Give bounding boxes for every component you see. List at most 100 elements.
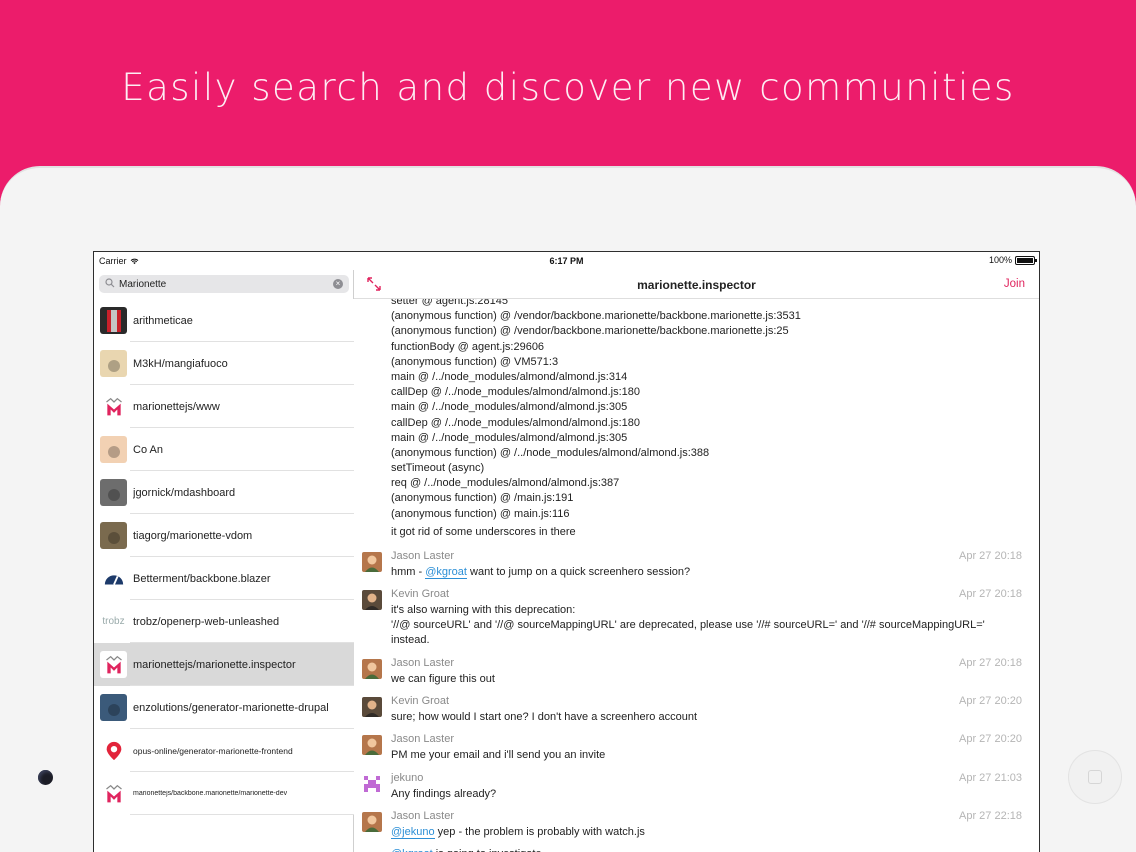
room-title: marionette.inspector — [637, 278, 756, 292]
join-button[interactable]: Join — [1004, 278, 1025, 290]
stack-line: (anonymous function) @ /vendor/backbone.… — [391, 310, 801, 323]
user-mention[interactable]: @jekuno — [391, 826, 435, 839]
search-bar[interactable]: × — [99, 275, 349, 293]
message-body: we can figure this out — [391, 673, 495, 685]
message-body: @jekuno yep - the problem is probably wi… — [391, 825, 1021, 840]
room-item[interactable]: marionettejs/marionette.inspector — [94, 643, 354, 686]
stack-line: (anonymous function) @ VM571:3 — [391, 355, 559, 368]
message-body: hmm - @kgroat want to jump on a quick sc… — [391, 565, 1021, 580]
room-item[interactable]: Co An — [94, 428, 354, 471]
chat-navbar: marionette.inspector Join — [354, 270, 1039, 299]
home-button[interactable] — [1068, 750, 1122, 804]
message-timestamp: Apr 27 21:03 — [959, 772, 1022, 784]
room-item[interactable]: marionettejs/www — [94, 385, 354, 428]
room-avatar — [100, 393, 127, 420]
room-name: Betterment/backbone.blazer — [133, 572, 271, 585]
message-timestamp: Apr 27 20:20 — [959, 695, 1022, 707]
room-item[interactable]: jgornick/mdashboard — [94, 471, 354, 514]
front-camera — [38, 770, 53, 785]
room-avatar — [100, 737, 127, 764]
user-mention[interactable]: @kgroat — [391, 848, 433, 852]
user-avatar[interactable] — [362, 590, 382, 610]
room-item[interactable]: Betterment/backbone.blazer — [94, 557, 354, 600]
message-body: it's also warning with this deprecation:… — [391, 603, 1021, 648]
search-icon — [105, 278, 115, 288]
user-avatar[interactable] — [362, 735, 382, 755]
stack-line: callDep @ /../node_modules/almond/almond… — [391, 386, 641, 399]
message-text-partial: @kgroat is going to investigate — [391, 848, 542, 852]
clock: 6:17 PM — [549, 256, 584, 266]
user-avatar[interactable] — [362, 552, 382, 572]
room-item[interactable]: trobz trobz/openerp-web-unleashed — [94, 600, 354, 643]
room-avatar — [100, 307, 127, 334]
user-avatar[interactable] — [362, 659, 382, 679]
message-timestamp: Apr 27 22:18 — [959, 810, 1022, 822]
message-list[interactable]: setter @ agent.js:28145 (anonymous functi… — [354, 299, 1039, 852]
message-text: is going to investigate — [433, 848, 542, 852]
message-body: Any findings already? — [391, 788, 497, 800]
message-author[interactable]: Kevin Groat — [391, 588, 449, 600]
stack-line: (anonymous function) @ /main.js:191 — [391, 492, 574, 505]
stack-line: setter @ agent.js:28145 — [391, 299, 508, 307]
stack-line: (anonymous function) @ main.js:116 — [391, 507, 570, 520]
message-timestamp: Apr 27 20:18 — [959, 588, 1022, 600]
battery-icon — [1015, 255, 1037, 265]
message-author[interactable]: Jason Laster — [391, 733, 454, 745]
message-line: it's also warning with this deprecation: — [391, 604, 576, 616]
room-item[interactable]: enzolutions/generator-marionette-drupal — [94, 686, 354, 729]
room-item[interactable]: marionettejs/backbone.marionette/marione… — [94, 772, 354, 815]
stack-line: callDep @ /../node_modules/almond/almond… — [391, 416, 641, 429]
room-avatar: trobz — [100, 608, 127, 635]
room-avatar — [100, 651, 127, 678]
room-avatar — [100, 479, 127, 506]
message-author[interactable]: jekuno — [391, 772, 423, 784]
message-author[interactable]: Jason Laster — [391, 810, 454, 822]
room-avatar — [100, 694, 127, 721]
room-item[interactable]: arithmeticae — [94, 299, 354, 342]
stack-line: setTimeout (async) — [391, 462, 485, 475]
room-name: jgornick/mdashboard — [133, 486, 236, 499]
tablet-screen: Carrier 6:17 PM 100% × arithmeticae M3kH/… — [93, 251, 1040, 852]
search-input[interactable] — [119, 276, 324, 292]
user-avatar[interactable] — [362, 697, 382, 717]
clear-search-icon[interactable]: × — [333, 279, 343, 289]
room-avatar — [100, 780, 127, 807]
message-author[interactable]: Jason Laster — [391, 550, 454, 562]
stack-line: main @ /../node_modules/almond/almond.js… — [391, 431, 628, 444]
stack-line: main @ /../node_modules/almond/almond.js… — [391, 370, 628, 383]
message-body: sure; how would I start one? I don't hav… — [391, 711, 698, 723]
chat-panel: marionette.inspector Join setter @ agent… — [354, 270, 1039, 852]
message-author[interactable]: Jason Laster — [391, 657, 454, 669]
room-avatar — [100, 350, 127, 377]
stack-line: (anonymous function) @ /../node_modules/… — [391, 446, 710, 459]
message-text: want to jump on a quick screenhero sessi… — [466, 566, 691, 578]
stack-line: req @ /../node_modules/almond/almond.js:… — [391, 477, 620, 490]
room-sidebar: × arithmeticae M3kH/mangiafuoco marionette… — [94, 270, 354, 852]
user-avatar[interactable] — [362, 812, 382, 832]
message-author[interactable]: Kevin Groat — [391, 695, 449, 707]
user-avatar[interactable] — [362, 774, 382, 794]
room-list: arithmeticae M3kH/mangiafuoco marionettejs… — [94, 299, 354, 815]
room-avatar — [100, 436, 127, 463]
stack-trace: setter @ agent.js:28145 (anonymous functi… — [391, 299, 801, 522]
room-name: enzolutions/generator-marionette-drupal — [133, 701, 329, 714]
room-name: M3kH/mangiafuoco — [133, 357, 228, 370]
room-name: trobz/openerp-web-unleashed — [133, 615, 280, 628]
room-avatar — [100, 565, 127, 592]
battery-indicator: 100% — [989, 255, 1037, 265]
message-text: it got rid of some underscores in there — [391, 526, 576, 538]
message-body: PM me your email and i'll send you an in… — [391, 749, 606, 761]
user-mention[interactable]: @kgroat — [425, 566, 467, 579]
stack-line: functionBody @ agent.js:29606 — [391, 340, 545, 353]
message-timestamp: Apr 27 20:18 — [959, 657, 1022, 669]
status-bar: Carrier 6:17 PM 100% — [94, 252, 1039, 270]
message-text: hmm - — [391, 566, 426, 578]
message-line: instead. — [391, 634, 430, 646]
room-item[interactable]: M3kH/mangiafuoco — [94, 342, 354, 385]
message-text: yep - the problem is probably with watch… — [434, 826, 645, 838]
room-name: marionettejs/backbone.marionette/marione… — [133, 790, 288, 797]
stack-line: main @ /../node_modules/almond/almond.js… — [391, 401, 628, 414]
room-item[interactable]: opus-online/generator-marionette-fronten… — [94, 729, 354, 772]
room-item[interactable]: tiagorg/marionette-vdom — [94, 514, 354, 557]
room-name: Co An — [133, 443, 163, 456]
